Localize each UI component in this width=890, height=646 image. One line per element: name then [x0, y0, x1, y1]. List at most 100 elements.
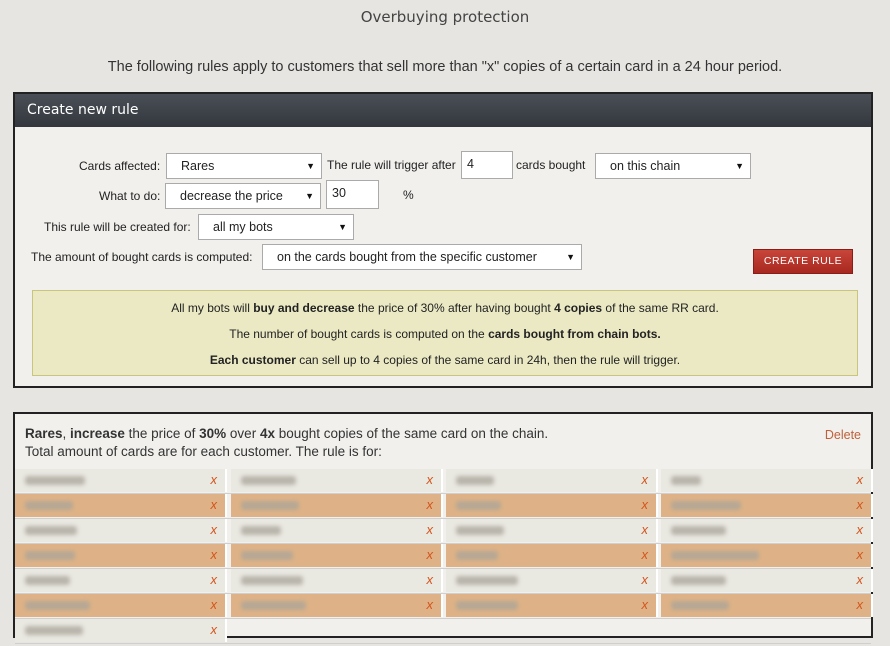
x-icon[interactable]: x	[642, 472, 649, 487]
bot-cell: x	[446, 469, 658, 492]
x-icon[interactable]: x	[857, 547, 864, 562]
x-icon[interactable]: x	[427, 572, 434, 587]
x-icon[interactable]: x	[211, 522, 218, 537]
x-icon[interactable]: x	[427, 547, 434, 562]
computed-value: on the cards bought from the specific cu…	[277, 250, 537, 264]
table-row: xxxx	[15, 569, 873, 594]
bot-name-redacted	[241, 501, 299, 510]
x-icon[interactable]: x	[211, 622, 218, 637]
table-row: xxxx	[15, 469, 873, 494]
x-icon[interactable]: x	[211, 497, 218, 512]
percent-input[interactable]: 30	[326, 180, 379, 209]
bot-cell: x	[231, 494, 443, 517]
bot-cell: x	[231, 594, 443, 617]
create-rule-panel: Create new rule Cards affected: Rares ▼ …	[13, 92, 873, 388]
bot-cell: x	[446, 569, 658, 592]
bot-name-redacted	[456, 501, 501, 510]
x-icon[interactable]: x	[427, 497, 434, 512]
create-rule-button[interactable]: CREATE RULE	[753, 249, 853, 274]
x-icon[interactable]: x	[427, 472, 434, 487]
bot-cell: x	[15, 544, 227, 567]
bot-cell: x	[15, 594, 227, 617]
bot-grid: xxxxxxxxxxxxxxxxxxxxxxxxx	[15, 469, 873, 644]
created-for-value: all my bots	[213, 220, 273, 234]
cards-affected-label: Cards affected:	[79, 159, 161, 173]
rule-subtitle: Total amount of cards are for each custo…	[25, 444, 382, 459]
bot-cell: x	[661, 544, 873, 567]
bot-cell: x	[15, 519, 227, 542]
action-select[interactable]: decrease the price ▼	[165, 183, 321, 209]
x-icon[interactable]: x	[857, 497, 864, 512]
x-icon[interactable]: x	[642, 572, 649, 587]
bot-cell: x	[661, 569, 873, 592]
bot-cell: x	[661, 519, 873, 542]
computed-select[interactable]: on the cards bought from the specific cu…	[262, 244, 582, 270]
caret-down-icon: ▼	[305, 191, 314, 201]
bot-name-redacted	[241, 601, 306, 610]
summary-line-1: All my bots will buy and decrease the pr…	[171, 301, 719, 315]
x-icon[interactable]: x	[857, 597, 864, 612]
bot-name-redacted	[25, 526, 77, 535]
cards-affected-value: Rares	[181, 159, 215, 173]
x-icon[interactable]: x	[211, 572, 218, 587]
table-row: xxxx	[15, 494, 873, 519]
x-icon[interactable]: x	[427, 597, 434, 612]
bot-cell: x	[231, 569, 443, 592]
bot-name-redacted	[456, 601, 518, 610]
x-icon[interactable]: x	[211, 472, 218, 487]
bot-name-redacted	[671, 476, 701, 485]
computed-label: The amount of bought cards is computed:	[31, 250, 253, 264]
x-icon[interactable]: x	[642, 547, 649, 562]
x-icon[interactable]: x	[211, 597, 218, 612]
x-icon[interactable]: x	[857, 572, 864, 587]
chain-scope-value: on this chain	[610, 159, 681, 173]
table-row: x	[15, 619, 871, 644]
x-icon[interactable]: x	[642, 522, 649, 537]
cards-bought-label: cards bought	[516, 158, 586, 172]
bot-cell: x	[231, 519, 443, 542]
created-for-label: This rule will be created for:	[44, 220, 191, 234]
bot-name-redacted	[671, 501, 741, 510]
bot-name-redacted	[456, 551, 498, 560]
x-icon[interactable]: x	[642, 597, 649, 612]
caret-down-icon: ▼	[306, 161, 315, 171]
bot-name-redacted	[25, 476, 85, 485]
caret-down-icon: ▼	[735, 161, 744, 171]
bot-name-redacted	[671, 576, 726, 585]
summary-line-2: The number of bought cards is computed o…	[229, 327, 661, 341]
bot-name-redacted	[241, 526, 281, 535]
table-row: xxxx	[15, 544, 873, 569]
bot-name-redacted	[25, 626, 83, 635]
bot-name-redacted	[456, 526, 504, 535]
x-icon[interactable]: x	[857, 472, 864, 487]
bot-cell: x	[661, 594, 873, 617]
bot-cell: x	[446, 594, 658, 617]
bot-name-redacted	[241, 551, 293, 560]
caret-down-icon: ▼	[566, 252, 575, 262]
cards-affected-select[interactable]: Rares ▼	[166, 153, 322, 179]
x-icon[interactable]: x	[211, 547, 218, 562]
action-value: decrease the price	[180, 189, 283, 203]
bot-cell: x	[661, 494, 873, 517]
bot-cell: x	[446, 544, 658, 567]
bot-cell: x	[15, 569, 227, 592]
x-icon[interactable]: x	[642, 497, 649, 512]
summary-line-3: Each customer can sell up to 4 copies of…	[209, 353, 681, 367]
rule-title: Rares, increase the price of 30% over 4x…	[25, 426, 549, 441]
bot-cell: x	[15, 469, 227, 492]
trigger-count-input[interactable]: 4	[461, 151, 513, 179]
chain-scope-select[interactable]: on this chain ▼	[595, 153, 751, 179]
table-row: xxxx	[15, 519, 873, 544]
x-icon[interactable]: x	[857, 522, 864, 537]
x-icon[interactable]: x	[427, 522, 434, 537]
created-for-select[interactable]: all my bots ▼	[198, 214, 354, 240]
intro-text: The following rules apply to customers t…	[107, 59, 783, 75]
trigger-label: The rule will trigger after	[327, 158, 456, 172]
create-rule-header: Create new rule	[15, 94, 871, 127]
bot-name-redacted	[671, 601, 729, 610]
delete-rule-link[interactable]: Delete	[825, 428, 861, 442]
what-to-do-label: What to do:	[99, 189, 161, 203]
bot-name-redacted	[25, 601, 90, 610]
caret-down-icon: ▼	[338, 222, 347, 232]
bot-name-redacted	[241, 476, 296, 485]
